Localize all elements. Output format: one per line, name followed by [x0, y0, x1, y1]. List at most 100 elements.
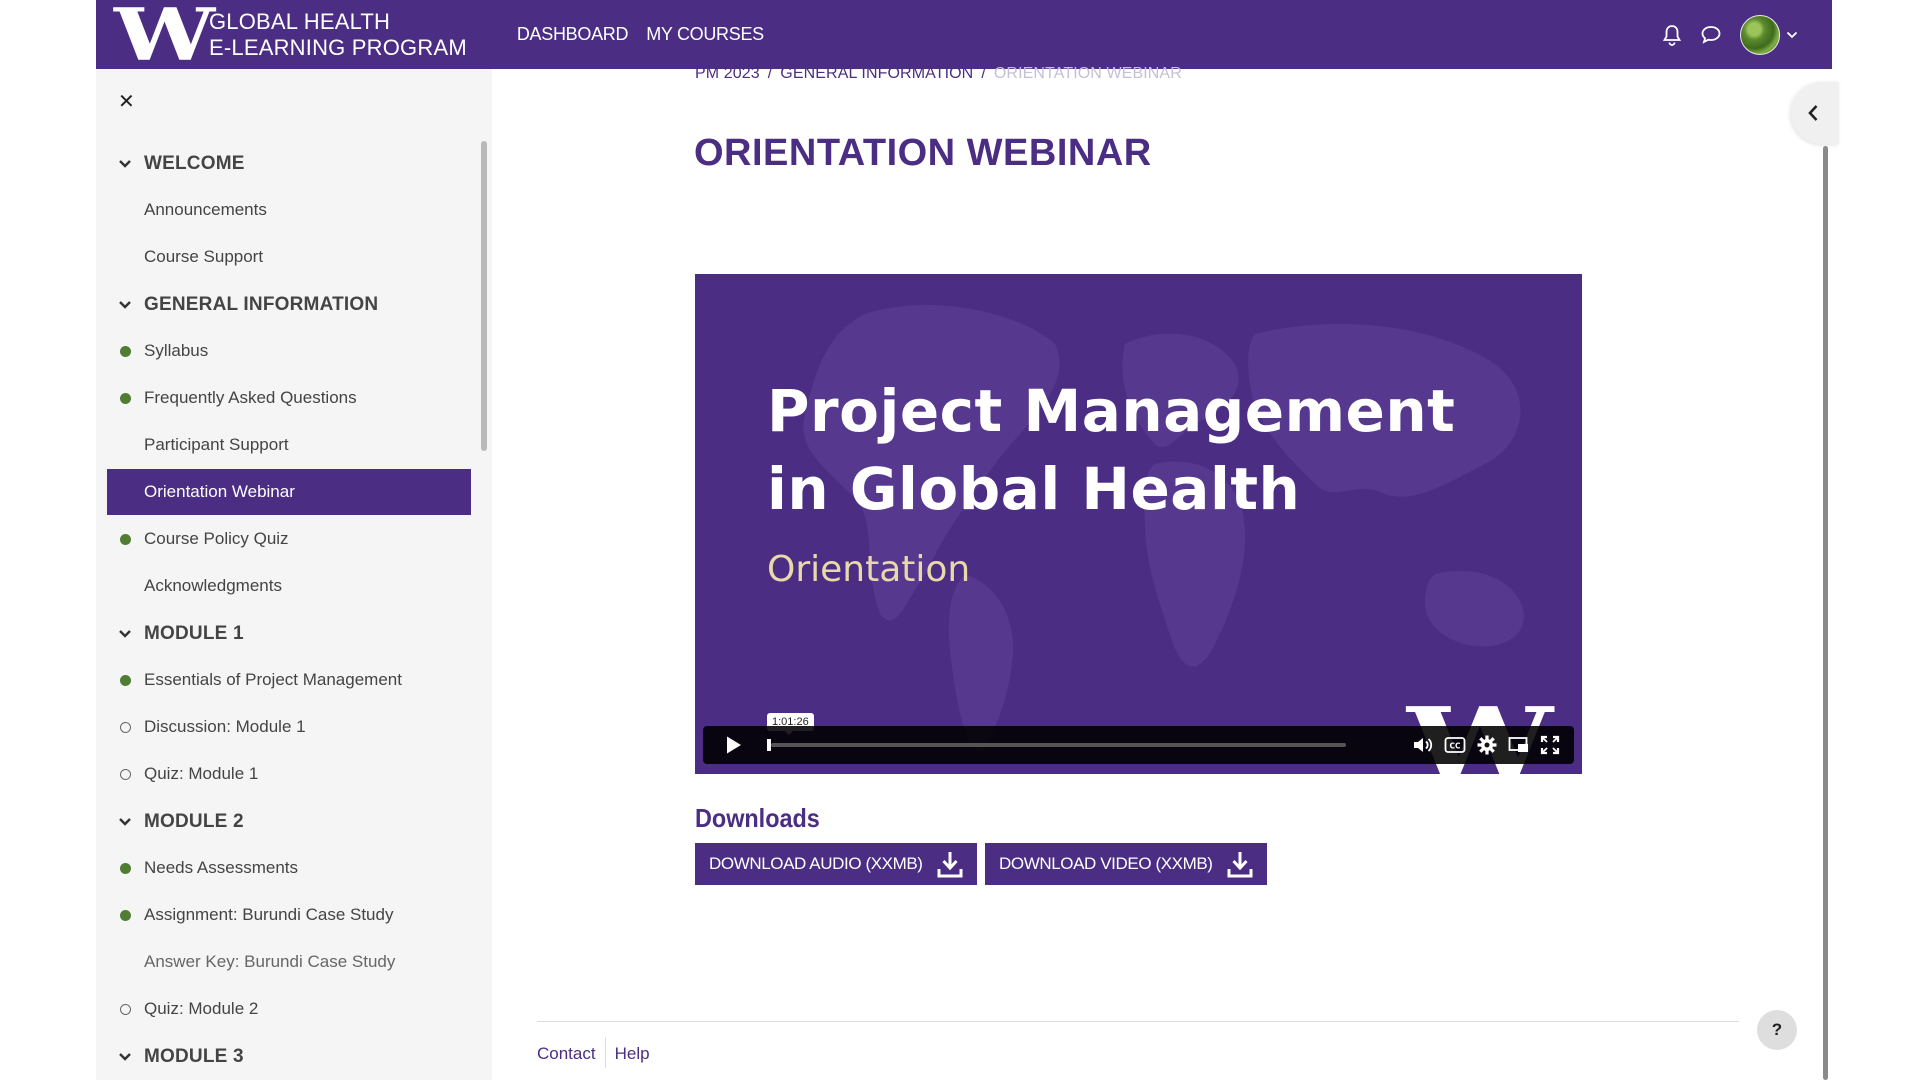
- brand-line-2: E-LEARNING PROGRAM: [209, 34, 467, 60]
- footer-links: Contact Help: [537, 1038, 650, 1068]
- download-icon: [937, 852, 963, 878]
- footer-divider: [537, 1021, 1739, 1022]
- closed-captions-icon[interactable]: CC: [1444, 736, 1466, 754]
- sidebar-item[interactable]: Needs Assessments: [107, 845, 471, 891]
- sidebar-item[interactable]: Orientation Webinar: [107, 469, 471, 515]
- primary-nav: DASHBOARD MY COURSES: [517, 24, 764, 45]
- sidebar-item[interactable]: Essentials of Project Management: [107, 657, 471, 703]
- video-player[interactable]: Project Management in Global Health Orie…: [695, 274, 1582, 774]
- close-icon[interactable]: ✕: [118, 89, 135, 114]
- breadcrumb-section[interactable]: GENERAL INFORMATION: [780, 65, 973, 80]
- seek-bar[interactable]: [771, 743, 1346, 747]
- help-button[interactable]: ?: [1757, 1010, 1797, 1050]
- sidebar-item-label: Quiz: Module 1: [144, 764, 259, 783]
- fullscreen-icon[interactable]: [1540, 735, 1560, 755]
- sidebar-section-general-information[interactable]: GENERAL INFORMATION: [96, 285, 476, 325]
- video-subtitle: Orientation: [767, 549, 971, 590]
- footer-separator: [604, 1038, 606, 1068]
- sidebar-section-welcome[interactable]: WELCOME: [96, 144, 476, 184]
- breadcrumb-course[interactable]: PM 2023: [695, 65, 760, 80]
- chevron-down-icon[interactable]: [118, 1049, 132, 1067]
- seek-handle[interactable]: [767, 739, 771, 751]
- settings-gear-icon[interactable]: [1476, 734, 1498, 756]
- sidebar-section-label: MODULE 2: [144, 811, 244, 832]
- sidebar-section-label: MODULE 3: [144, 1046, 244, 1067]
- sidebar-section-label: GENERAL INFORMATION: [144, 294, 379, 315]
- sidebar-item-label: Needs Assessments: [144, 858, 299, 877]
- brand-logo[interactable]: W GLOBAL HEALTH E-LEARNING PROGRAM: [96, 0, 467, 77]
- sidebar-item[interactable]: Answer Key: Burundi Case Study: [107, 939, 471, 985]
- page-scrollbar[interactable]: [1823, 146, 1828, 1080]
- download-icon: [1227, 852, 1253, 878]
- chevron-down-icon[interactable]: [118, 297, 132, 315]
- chat-bubble-icon[interactable]: [1700, 25, 1722, 45]
- sidebar-item-label: Acknowledgments: [144, 576, 282, 595]
- sidebar-item-label: Course Policy Quiz: [144, 529, 289, 548]
- sidebar-section-module-1[interactable]: MODULE 1: [96, 614, 476, 654]
- picture-in-picture-icon[interactable]: [1508, 736, 1530, 754]
- chevron-down-icon[interactable]: [1786, 31, 1798, 39]
- course-index-sidebar: ✕ WELCOME Announcements Course Support GENE…: [96, 69, 492, 1080]
- chevron-down-icon[interactable]: [118, 814, 132, 832]
- uw-w-logo: W: [114, 0, 215, 77]
- completion-dot-icon: [120, 534, 131, 545]
- page-title: ORIENTATION WEBINAR: [694, 132, 1152, 174]
- sidebar-item[interactable]: Discussion: Module 1: [107, 704, 471, 750]
- sidebar-item[interactable]: Frequently Asked Questions: [107, 375, 471, 421]
- breadcrumb-current: ORIENTATION WEBINAR: [993, 65, 1182, 80]
- bell-icon[interactable]: [1662, 24, 1682, 46]
- sidebar-item[interactable]: Course Policy Quiz: [107, 516, 471, 562]
- sidebar-item[interactable]: Acknowledgments: [107, 563, 471, 609]
- download-audio-button[interactable]: DOWNLOAD AUDIO (XXMB): [695, 843, 977, 885]
- user-tools: [1662, 14, 1832, 55]
- sidebar-section-label: WELCOME: [144, 153, 245, 174]
- video-title-line-2: in Global Health: [767, 455, 1301, 523]
- sidebar-item-label: Course Support: [144, 247, 264, 266]
- sidebar-item-label: Essentials of Project Management: [144, 670, 402, 689]
- download-audio-label: DOWNLOAD AUDIO (XXMB): [709, 854, 923, 873]
- sidebar-item[interactable]: Quiz: Module 1: [107, 751, 471, 797]
- download-video-button[interactable]: DOWNLOAD VIDEO (XXMB): [985, 843, 1267, 885]
- sidebar-scrollbar[interactable]: [481, 141, 487, 451]
- incomplete-circle-icon: [120, 1004, 131, 1015]
- sidebar-section-label: MODULE 1: [144, 623, 244, 644]
- breadcrumb: PM 2023 / GENERAL INFORMATION / ORIENTATION …: [695, 60, 1182, 80]
- completion-dot-icon: [120, 863, 131, 874]
- incomplete-circle-icon: [120, 722, 131, 733]
- sidebar-item-label: Answer Key: Burundi Case Study: [144, 952, 396, 971]
- breadcrumb-separator: /: [767, 65, 773, 80]
- sidebar-item-label: Syllabus: [144, 341, 209, 360]
- sidebar-item[interactable]: Participant Support: [107, 422, 471, 468]
- sidebar-item-label: Participant Support: [144, 435, 289, 454]
- video-title: Project Management in Global Health: [767, 372, 1455, 528]
- footer-help-link[interactable]: Help: [615, 1044, 650, 1068]
- completion-dot-icon: [120, 910, 131, 921]
- sidebar-item[interactable]: Announcements: [107, 187, 471, 233]
- breadcrumb-separator: /: [981, 65, 986, 80]
- sidebar-section-module-3[interactable]: MODULE 3: [96, 1037, 476, 1077]
- sidebar-item[interactable]: Course Support: [107, 234, 471, 280]
- footer-contact-link[interactable]: Contact: [537, 1044, 596, 1068]
- avatar[interactable]: [1740, 14, 1780, 55]
- sidebar-item-label: Discussion: Module 1: [144, 717, 306, 736]
- sidebar-item-label: Orientation Webinar: [144, 482, 295, 501]
- chevron-down-icon[interactable]: [118, 156, 132, 174]
- svg-text:CC: CC: [1449, 742, 1461, 751]
- chevron-left-icon: [1808, 105, 1818, 121]
- play-icon[interactable]: [725, 735, 743, 760]
- block-drawer-toggle[interactable]: [1791, 82, 1839, 144]
- sidebar-item[interactable]: Syllabus: [107, 328, 471, 374]
- downloads-heading: Downloads: [695, 803, 820, 833]
- sidebar-item-label: Quiz: Module 2: [144, 999, 259, 1018]
- sidebar-section-module-2[interactable]: MODULE 2: [96, 802, 476, 842]
- sidebar-item[interactable]: Quiz: Module 2: [107, 986, 471, 1032]
- nav-my-courses[interactable]: MY COURSES: [646, 24, 764, 45]
- video-title-line-1: Project Management: [767, 377, 1456, 445]
- completion-dot-icon: [120, 675, 131, 686]
- chevron-down-icon[interactable]: [118, 626, 132, 644]
- nav-dashboard[interactable]: DASHBOARD: [517, 24, 629, 45]
- volume-icon[interactable]: [1412, 735, 1434, 755]
- sidebar-item[interactable]: Assignment: Burundi Case Study: [107, 892, 471, 938]
- incomplete-circle-icon: [120, 769, 131, 780]
- video-control-icons: CC: [1412, 734, 1560, 756]
